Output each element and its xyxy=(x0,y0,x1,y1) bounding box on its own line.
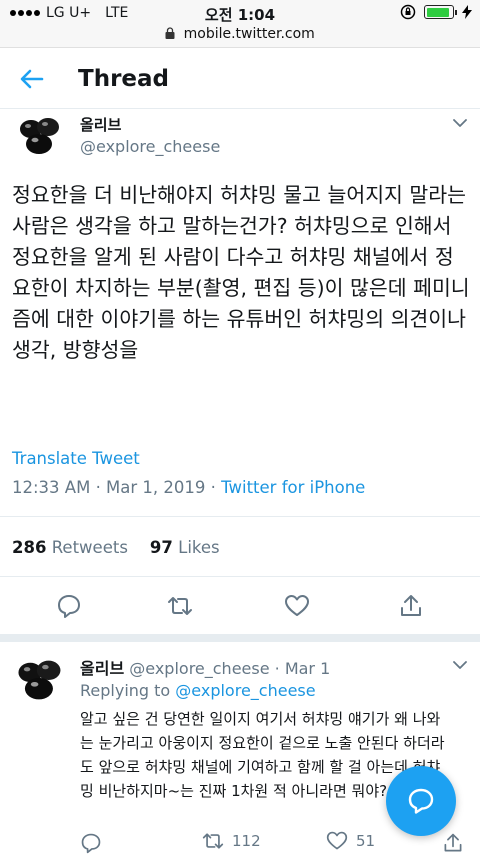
reply-author-name: 올리브 xyxy=(80,659,125,678)
retweets-label: Retweets xyxy=(51,538,128,557)
replying-to-label: Replying to xyxy=(80,681,176,700)
likes-count: 97 xyxy=(149,538,173,557)
retweets-count: 286 xyxy=(12,538,47,557)
tweet-meta: 12:33 AM · Mar 1, 2019 · Twitter for iPh… xyxy=(12,478,365,497)
retweets-stat[interactable]: 286 Retweets xyxy=(12,538,128,557)
author-handle[interactable]: @explore_cheese xyxy=(80,137,220,156)
reply-author-line[interactable]: 올리브 @explore_cheese · Mar 1 xyxy=(80,655,330,679)
likes-label: Likes xyxy=(178,538,220,557)
reply-retweet-count: 112 xyxy=(232,832,261,850)
replying-to-handle[interactable]: @explore_cheese xyxy=(175,681,315,700)
olives-avatar-icon xyxy=(20,118,59,154)
reply-like-count: 51 xyxy=(356,832,376,850)
tweet-source-link[interactable]: Twitter for iPhone xyxy=(221,478,365,497)
reply-icon[interactable] xyxy=(56,593,82,619)
page-title: Thread xyxy=(78,66,169,92)
chevron-down-icon[interactable] xyxy=(453,118,467,128)
reply-handle-date: @explore_cheese · Mar 1 xyxy=(129,659,331,678)
compose-button[interactable] xyxy=(386,766,456,836)
tweet-text: 정요한을 더 비난해야지 허챠밍 물고 늘어지지 말라는 사람은 생각을 하고 … xyxy=(12,183,470,362)
url-bar[interactable]: mobile.twitter.com xyxy=(0,26,480,48)
author-name[interactable]: 올리브 xyxy=(80,114,121,135)
retweet-icon xyxy=(202,833,224,849)
compose-icon xyxy=(408,788,434,814)
charging-bolt-icon xyxy=(462,5,472,19)
orientation-lock-icon xyxy=(400,4,416,20)
divider xyxy=(0,576,480,577)
section-divider xyxy=(0,634,480,642)
retweet-icon[interactable] xyxy=(167,593,193,619)
status-bar: LG U+ LTE 오전 1:04 xyxy=(0,0,480,26)
heart-icon xyxy=(326,831,348,850)
replying-to-line: Replying to @explore_cheese xyxy=(80,681,316,700)
reply-retweet-action[interactable]: 112 xyxy=(202,830,261,852)
back-arrow-icon[interactable] xyxy=(18,65,46,93)
reply-like-action[interactable]: 51 xyxy=(326,830,375,852)
battery-icon xyxy=(424,5,457,19)
heart-icon[interactable] xyxy=(284,593,310,619)
divider xyxy=(0,516,480,517)
reply-avatar[interactable] xyxy=(12,652,68,708)
olives-avatar-icon xyxy=(18,660,61,700)
status-right xyxy=(400,4,472,20)
translate-tweet-link[interactable]: Translate Tweet xyxy=(12,449,140,468)
tweet-timestamp: 12:33 AM · Mar 1, 2019 · xyxy=(12,478,222,497)
share-icon[interactable] xyxy=(442,832,464,854)
tweet-stats: 286 Retweets 97 Likes xyxy=(12,538,220,557)
avatar[interactable] xyxy=(14,110,66,162)
reply-icon[interactable] xyxy=(80,832,102,854)
url-text: mobile.twitter.com xyxy=(183,26,315,42)
thread-header: Thread xyxy=(0,49,480,109)
likes-stat[interactable]: 97 Likes xyxy=(150,538,220,557)
chevron-down-icon[interactable] xyxy=(453,660,467,670)
lock-icon xyxy=(165,27,175,39)
share-icon[interactable] xyxy=(398,593,424,619)
